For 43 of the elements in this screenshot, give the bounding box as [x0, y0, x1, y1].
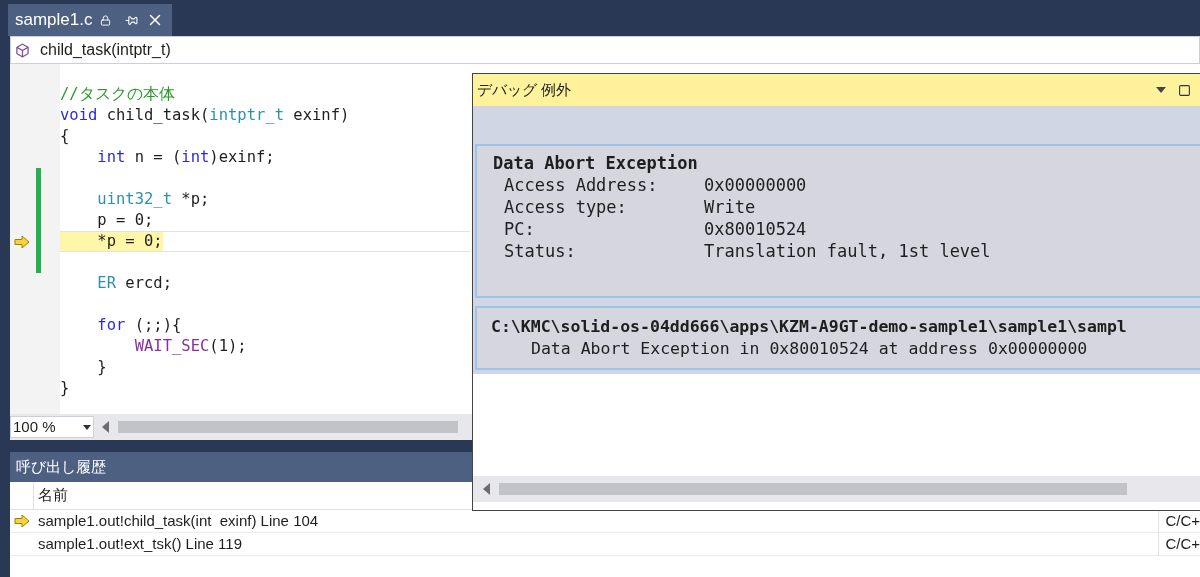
code-line: { — [60, 126, 70, 147]
field-label: PC: — [504, 218, 536, 240]
navigation-bar[interactable]: child_task(intptr_t) — [10, 36, 1200, 64]
maximize-icon[interactable] — [1178, 83, 1191, 97]
scrollbar-thumb[interactable] — [499, 483, 1127, 495]
exception-message: Data Abort Exception in 0x80010524 at address 0x00000000 — [530, 338, 1089, 360]
scroll-left-icon[interactable] — [102, 421, 110, 433]
window-title: デバッグ 例外 — [477, 79, 572, 100]
code-line: p = 0; — [96, 210, 154, 231]
column-header[interactable]: 名前 — [34, 482, 72, 509]
exception-path: C:\KMC\solid-os-04dd666\apps\KZM-A9GT-demo-sample1\sample1\sampl — [491, 316, 1128, 338]
zoom-dropdown[interactable]: 100 % — [10, 416, 94, 438]
panel-title: 呼び出し履歴 — [16, 456, 106, 477]
code-line: void child_task(intptr_t exinf) — [60, 105, 350, 126]
language-cell: C/C+ — [1158, 532, 1200, 556]
code-line: //タスクの本体 — [60, 84, 175, 105]
dropdown-icon[interactable] — [1156, 87, 1166, 93]
call-stack-entry[interactable]: sample1.out!child_task(int exinf) Line 104 — [34, 509, 323, 533]
exception-heading: Data Abort Exception — [493, 152, 699, 174]
scroll-left-icon[interactable] — [483, 483, 491, 495]
caret-icon — [83, 424, 91, 430]
field-value: 0x00000000 — [704, 174, 807, 196]
call-stack-entry[interactable]: sample1.out!ext_tsk() Line 119 — [34, 532, 246, 556]
lock-icon — [100, 14, 112, 26]
field-value: 0x80010524 — [704, 218, 807, 240]
code-line: for (;;){ — [96, 315, 182, 336]
code-line: } — [96, 357, 107, 378]
tab-title: sample1.c — [15, 9, 93, 32]
member-name: child_task(intptr_t) — [40, 40, 171, 60]
file-tab[interactable]: sample1.c — [8, 4, 172, 36]
pin-icon[interactable] — [125, 13, 139, 27]
code-line: } — [60, 378, 70, 399]
code-line: int n = (int)exinf; — [96, 147, 275, 168]
field-label: Access Address: — [504, 174, 659, 196]
cube-icon — [15, 42, 30, 58]
code-line: uint32_t *p; — [96, 189, 210, 210]
code-line: WAIT_SEC(1); — [133, 336, 247, 357]
field-label: Access type: — [504, 196, 628, 218]
scrollbar-thumb[interactable] — [118, 421, 458, 433]
code-line: ER ercd; — [96, 273, 172, 294]
field-value: Translation fault, 1st level — [704, 240, 991, 262]
field-label: Status: — [504, 240, 577, 262]
field-value: Write — [704, 196, 756, 218]
